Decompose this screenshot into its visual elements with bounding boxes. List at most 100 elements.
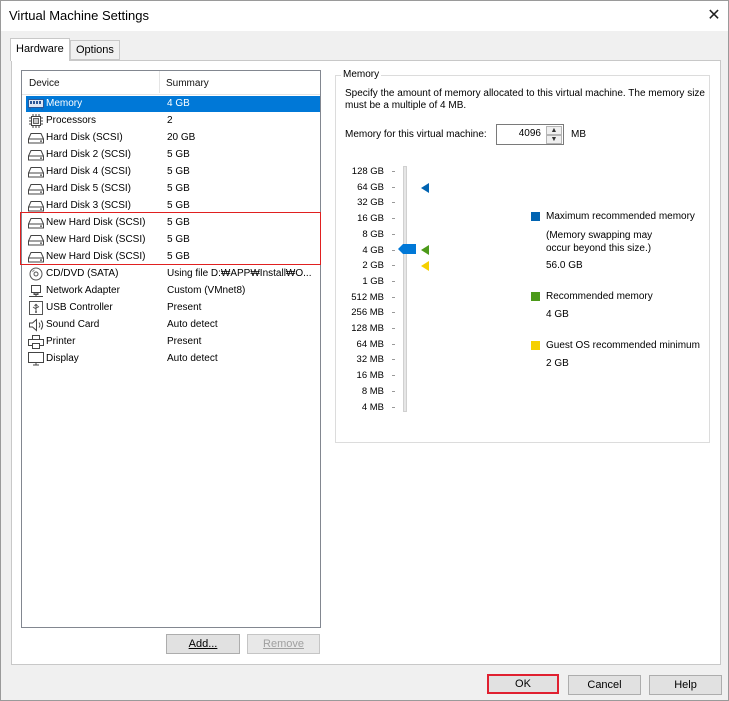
device-row-13[interactable]: Sound Card Auto detect: [26, 317, 320, 333]
column-summary[interactable]: Summary: [166, 78, 209, 89]
max-memory-marker-icon: [421, 183, 429, 193]
cd-dvd-icon: [28, 267, 44, 281]
hard-disk-icon: [28, 250, 44, 264]
device-name: Hard Disk 2 (SCSI): [46, 149, 132, 160]
tab-options[interactable]: Options: [70, 40, 120, 60]
scale-label: 512 MB: [351, 291, 384, 303]
processor-icon: [28, 114, 44, 128]
device-summary: 5 GB: [167, 234, 190, 245]
scale-label: 256 MB: [351, 307, 384, 319]
help-button[interactable]: Help: [649, 675, 722, 695]
device-row-12[interactable]: USB Controller Present: [26, 300, 320, 316]
scale-label: 8 MB: [361, 385, 384, 397]
device-name: New Hard Disk (SCSI): [46, 217, 146, 228]
device-row-6[interactable]: Hard Disk 3 (SCSI) 5 GB: [26, 198, 320, 214]
scale-tick: [392, 280, 395, 282]
tab-hardware[interactable]: Hardware: [10, 38, 70, 61]
scale-tick: [392, 343, 395, 345]
device-list-header: Device Summary: [22, 71, 320, 95]
memory-stepper[interactable]: 4096 ▲ ▼: [496, 124, 564, 145]
memory-unit: MB: [571, 129, 586, 140]
min-memory-legend-icon: [531, 341, 540, 350]
remove-button[interactable]: Remove: [247, 634, 320, 654]
memory-slider-track[interactable]: [403, 166, 407, 412]
device-summary: Auto detect: [167, 319, 218, 330]
recommended-memory-marker-icon: [421, 245, 429, 255]
stepper-up-icon[interactable]: ▲: [546, 126, 562, 135]
device-name: Processors: [46, 115, 97, 126]
memory-icon: [28, 97, 44, 111]
scale-label: 32 MB: [356, 354, 384, 366]
scale-label: 8 GB: [362, 228, 384, 240]
device-row-15[interactable]: Display Auto detect: [26, 351, 320, 367]
device-list[interactable]: Device Summary Memory 4 GB Processors 2 Hard…: [21, 70, 321, 628]
device-row-2[interactable]: Hard Disk (SCSI) 20 GB: [26, 130, 320, 146]
device-row-3[interactable]: Hard Disk 2 (SCSI) 5 GB: [26, 147, 320, 163]
scale-tick: [392, 390, 395, 392]
device-name: USB Controller: [46, 302, 113, 313]
vm-settings-window: Virtual Machine Settings ✕ Hardware Opti…: [0, 0, 729, 701]
scale-tick: [392, 186, 395, 188]
cancel-button[interactable]: Cancel: [568, 675, 641, 695]
monitor-icon: [28, 352, 44, 366]
max-memory-note: (Memory swapping may occur beyond this s…: [546, 230, 653, 254]
device-name: Network Adapter: [46, 285, 120, 296]
memory-group-title: Memory: [341, 69, 382, 80]
add-button[interactable]: Add...: [166, 634, 240, 654]
device-summary: 5 GB: [167, 251, 190, 262]
close-icon[interactable]: ✕: [700, 1, 728, 31]
scale-label: 64 GB: [357, 181, 384, 193]
device-summary: 2: [167, 115, 173, 126]
memory-input[interactable]: 4096: [519, 128, 541, 139]
device-summary: Using file D:₩APP₩Install₩O...: [167, 268, 312, 279]
device-name: Hard Disk (SCSI): [46, 132, 123, 143]
hard-disk-icon: [28, 182, 44, 196]
memory-slider-thumb[interactable]: [398, 244, 416, 254]
device-summary: Present: [167, 336, 202, 347]
device-row-7[interactable]: New Hard Disk (SCSI) 5 GB: [26, 215, 320, 231]
device-summary: 5 GB: [167, 149, 190, 160]
device-row-11[interactable]: Network Adapter Custom (VMnet8): [26, 283, 320, 299]
min-memory-label: Guest OS recommended minimum: [546, 340, 700, 351]
device-row-5[interactable]: Hard Disk 5 (SCSI) 5 GB: [26, 181, 320, 197]
memory-description: Specify the amount of memory allocated t…: [345, 88, 705, 111]
device-summary: 5 GB: [167, 200, 190, 211]
device-row-9[interactable]: New Hard Disk (SCSI) 5 GB: [26, 249, 320, 265]
scale-label: 2 GB: [362, 260, 384, 272]
hard-disk-icon: [28, 216, 44, 230]
hard-disk-icon: [28, 165, 44, 179]
scale-label: 16 MB: [356, 370, 384, 382]
scale-tick: [392, 265, 395, 267]
device-name: Display: [46, 353, 79, 364]
max-memory-value: 56.0 GB: [546, 260, 583, 271]
device-name: Hard Disk 4 (SCSI): [46, 166, 132, 177]
scale-label: 4 GB: [362, 244, 384, 256]
device-name: New Hard Disk (SCSI): [46, 251, 146, 262]
device-row-1[interactable]: Processors 2: [26, 113, 320, 129]
remove-button-label: Remove: [263, 638, 304, 650]
speaker-icon: [28, 318, 44, 332]
device-row-10[interactable]: CD/DVD (SATA) Using file D:₩APP₩Install₩O…: [26, 266, 320, 282]
device-summary: 20 GB: [167, 132, 196, 143]
scale-tick: [392, 406, 395, 408]
scale-label: 128 MB: [351, 323, 384, 334]
scale-label: 4 MB: [361, 401, 384, 413]
device-summary: 5 GB: [167, 166, 190, 177]
network-adapter-icon: [28, 284, 44, 298]
scale-label: 1 GB: [362, 275, 384, 287]
column-separator[interactable]: [159, 71, 160, 93]
device-name: Hard Disk 5 (SCSI): [46, 183, 132, 194]
device-row-8[interactable]: New Hard Disk (SCSI) 5 GB: [26, 232, 320, 248]
stepper-down-icon[interactable]: ▼: [546, 135, 562, 144]
device-summary: Present: [167, 302, 202, 313]
scale-tick: [392, 296, 395, 298]
hard-disk-icon: [28, 131, 44, 145]
device-row-14[interactable]: Printer Present: [26, 334, 320, 350]
ok-button[interactable]: OK: [487, 674, 559, 694]
window-title: Virtual Machine Settings: [9, 8, 149, 23]
scale-tick: [392, 249, 395, 251]
column-device[interactable]: Device: [29, 78, 60, 89]
device-row-0[interactable]: Memory 4 GB: [26, 96, 320, 112]
device-row-4[interactable]: Hard Disk 4 (SCSI) 5 GB: [26, 164, 320, 180]
scale-tick: [392, 312, 395, 314]
